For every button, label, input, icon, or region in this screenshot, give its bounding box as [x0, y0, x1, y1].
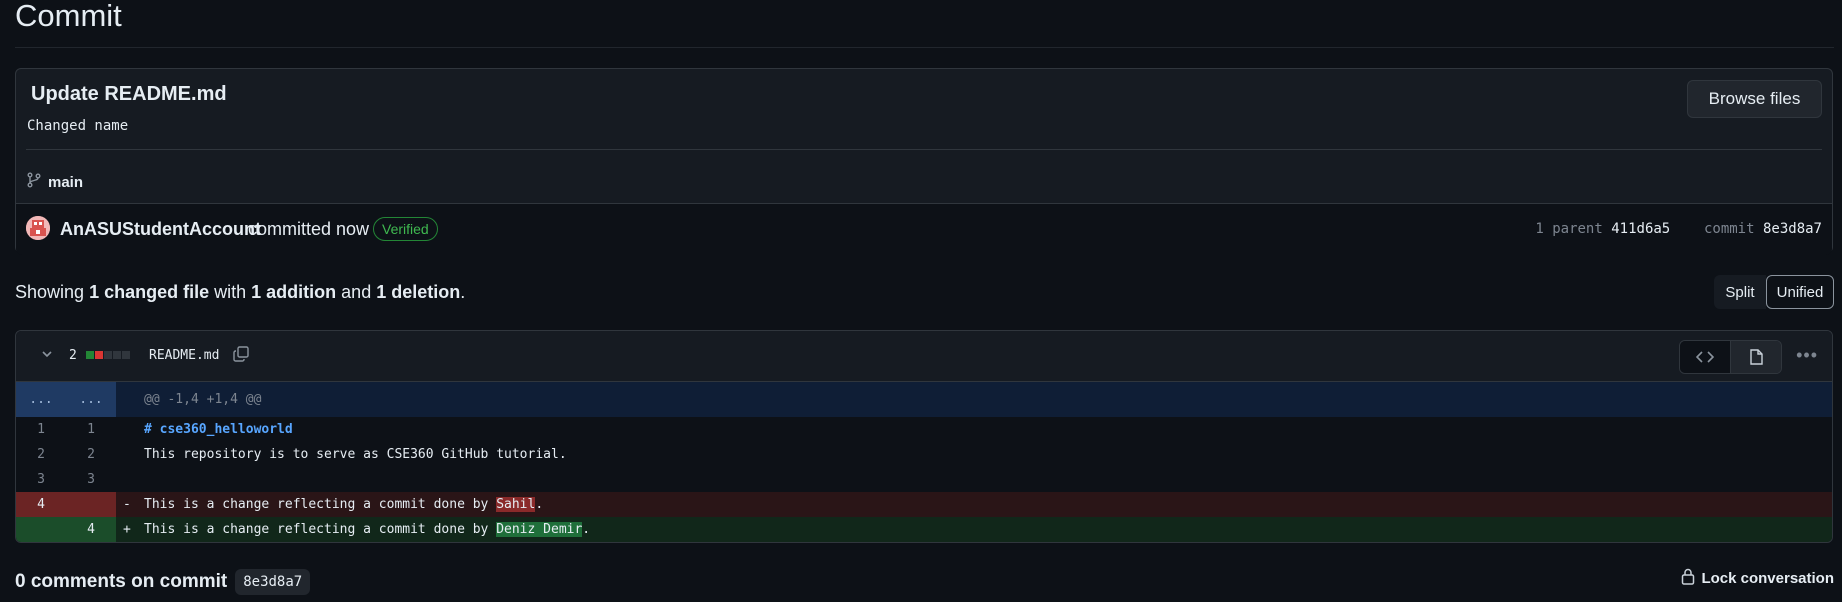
commit-label: commit [1703, 221, 1755, 237]
summary-deletions: 1 deletion [376, 282, 461, 302]
new-line-number[interactable] [66, 492, 116, 517]
unified-view-button[interactable]: Unified [1766, 275, 1834, 309]
addition-sign: + [123, 522, 131, 537]
verified-badge[interactable]: Verified [373, 217, 438, 241]
code-line: This is a change reflecting a commit don… [144, 492, 543, 517]
deletion-sign: - [123, 497, 131, 512]
old-line-number[interactable]: 1 [16, 417, 66, 442]
parent-label: 1 parent [1535, 221, 1603, 237]
hunk-expand-old[interactable]: ... [16, 382, 66, 417]
summary-suffix: . [460, 282, 466, 302]
code-line: # cse360_helloworld [144, 422, 293, 437]
diffstat-blocks [86, 351, 130, 359]
word-deletion: Sahil [496, 497, 536, 512]
file-header: 2 README.md ••• [16, 331, 1832, 382]
split-view-button[interactable]: Split [1714, 275, 1766, 309]
commit-box: Update README.md Changed name Browse fil… [15, 68, 1833, 255]
diff-summary: Showing 1 changed file with 1 addition a… [15, 282, 465, 303]
git-branch-icon [26, 172, 42, 192]
branch-link[interactable]: main [26, 172, 83, 192]
commit-box-divider [26, 149, 1822, 150]
code-text: This is a change reflecting a commit don… [144, 522, 497, 537]
old-line-number[interactable] [16, 517, 66, 542]
new-line-number[interactable]: 3 [66, 467, 116, 492]
chevron-down-icon[interactable] [40, 347, 54, 366]
commit-sha: 8e3d8a7 [1762, 221, 1822, 237]
comments-heading: 0 comments on commit 8e3d8a7 [15, 569, 311, 595]
summary-files: 1 changed file [89, 282, 210, 302]
browse-files-button[interactable]: Browse files [1687, 80, 1822, 118]
word-addition: Deniz Demir [496, 522, 583, 537]
file-icon[interactable] [1731, 341, 1781, 373]
old-line-number[interactable]: 3 [16, 467, 66, 492]
view-toggle: Split Unified [1714, 275, 1834, 309]
code-line: This is a change reflecting a commit don… [144, 517, 590, 542]
kebab-horizontal-icon[interactable]: ••• [1796, 345, 1818, 366]
file-name-link[interactable]: README.md [149, 348, 219, 363]
code-icon[interactable] [1680, 341, 1731, 373]
commit-description: Changed name [27, 118, 129, 134]
lock-icon [1681, 568, 1695, 589]
code-line: This repository is to serve as CSE360 Gi… [144, 447, 567, 462]
summary-additions: 1 addition [251, 282, 337, 302]
view-mode-group [1679, 340, 1782, 374]
old-line-number[interactable]: 2 [16, 442, 66, 467]
hunk-header: @@ -1,4 +1,4 @@ [144, 392, 262, 407]
lock-conversation-button[interactable]: Lock conversation [1681, 568, 1834, 589]
avatar[interactable] [26, 216, 50, 240]
commit-footer: AnASUStudentAccount committed now Verifi… [16, 203, 1832, 255]
commit-meta: 1 parent 411d6a5 commit 8e3d8a7 [1535, 221, 1822, 237]
file-diff: 2 README.md ••• ... ... @@ -1,4 +1,4 @@ … [15, 330, 1833, 543]
page-title: Commit [15, 0, 122, 33]
parent-sha-link[interactable]: 411d6a5 [1611, 221, 1670, 237]
lock-label: Lock conversation [1701, 570, 1834, 587]
author-link[interactable]: AnASUStudentAccount [60, 219, 261, 240]
new-line-number[interactable]: 1 [66, 417, 116, 442]
code-text: . [535, 497, 544, 512]
summary-and: and [341, 282, 372, 302]
diff-line: 3 3 [16, 467, 1832, 492]
new-line-number[interactable]: 4 [66, 517, 116, 542]
comments-label: 0 comments on commit [15, 571, 228, 592]
title-divider [15, 47, 1834, 48]
hunk-expand-new[interactable]: ... [66, 382, 116, 417]
code-text: This is a change reflecting a commit don… [144, 497, 497, 512]
change-count: 2 [69, 348, 77, 363]
summary-prefix: Showing [15, 282, 85, 302]
old-line-number[interactable]: 4 [16, 492, 66, 517]
commit-title: Update README.md [31, 83, 227, 105]
diff-line: 2 2 This repository is to serve as CSE36… [16, 442, 1832, 467]
new-line-number[interactable]: 2 [66, 442, 116, 467]
deleted-line: 4 - This is a change reflecting a commit… [16, 492, 1832, 517]
committed-time: committed now [248, 219, 370, 239]
code-text: . [582, 522, 591, 537]
diff-line: 1 1 # cse360_helloworld [16, 417, 1832, 442]
comments-sha: 8e3d8a7 [235, 569, 311, 595]
summary-with: with [214, 282, 247, 302]
branch-name: main [48, 173, 84, 191]
copy-icon[interactable] [232, 345, 250, 368]
added-line: 4 + This is a change reflecting a commit… [16, 517, 1832, 542]
hunk-header-row: ... ... @@ -1,4 +1,4 @@ [16, 382, 1832, 417]
